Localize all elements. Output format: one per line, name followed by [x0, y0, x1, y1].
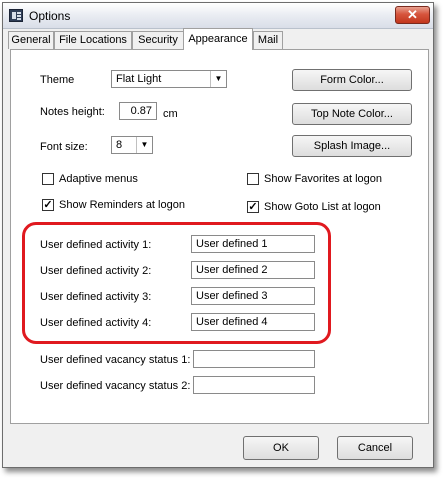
show-goto-list-checkbox[interactable]: ✓: [247, 201, 259, 213]
show-reminders-label[interactable]: Show Reminders at logon: [59, 199, 185, 211]
notes-height-input[interactable]: 0.87: [119, 102, 157, 120]
window-title: Options: [29, 9, 71, 23]
adaptive-menus-label[interactable]: Adaptive menus: [59, 173, 138, 185]
show-reminders-checkbox[interactable]: ✓: [42, 199, 54, 211]
splash-image-button[interactable]: Splash Image...: [292, 135, 412, 157]
theme-value: Flat Light: [116, 73, 162, 85]
font-size-select[interactable]: 8 ▼: [111, 136, 153, 154]
notes-height-label: Notes height:: [40, 106, 105, 118]
app-window-icon[interactable]: [9, 9, 23, 22]
tab-file-locations[interactable]: File Locations: [54, 31, 132, 49]
tab-security[interactable]: Security: [132, 31, 184, 49]
notes-height-unit: cm: [163, 108, 178, 120]
close-button[interactable]: ✕: [395, 6, 430, 24]
cancel-button[interactable]: Cancel: [337, 436, 413, 460]
vacancy-1-label: User defined vacancy status 1:: [40, 354, 191, 366]
tab-general[interactable]: General: [8, 31, 54, 49]
font-size-value: 8: [116, 139, 123, 151]
font-size-label: Font size:: [40, 141, 88, 153]
close-icon: ✕: [407, 7, 418, 22]
theme-select[interactable]: Flat Light ▼: [111, 70, 227, 88]
form-color-button[interactable]: Form Color...: [292, 69, 412, 91]
tab-mail[interactable]: Mail: [253, 31, 283, 49]
vacancy-2-input[interactable]: [193, 376, 315, 394]
title-bar[interactable]: Options ✕: [3, 3, 433, 29]
adaptive-menus-checkbox[interactable]: [42, 173, 54, 185]
activities-highlight: [22, 222, 331, 344]
tab-appearance[interactable]: Appearance: [183, 28, 253, 50]
show-goto-list-label[interactable]: Show Goto List at logon: [264, 201, 381, 213]
top-note-color-button[interactable]: Top Note Color...: [292, 103, 412, 125]
chevron-down-icon[interactable]: ▼: [210, 71, 226, 87]
show-favorites-checkbox[interactable]: [247, 173, 259, 185]
checkmark-icon: ✓: [248, 201, 258, 213]
vacancy-1-input[interactable]: [193, 350, 315, 368]
chevron-down-icon[interactable]: ▼: [136, 137, 152, 153]
ok-button[interactable]: OK: [243, 436, 319, 460]
vacancy-2-label: User defined vacancy status 2:: [40, 380, 191, 392]
checkmark-icon: ✓: [43, 199, 53, 211]
show-favorites-label[interactable]: Show Favorites at logon: [264, 173, 382, 185]
theme-label: Theme: [40, 74, 75, 86]
